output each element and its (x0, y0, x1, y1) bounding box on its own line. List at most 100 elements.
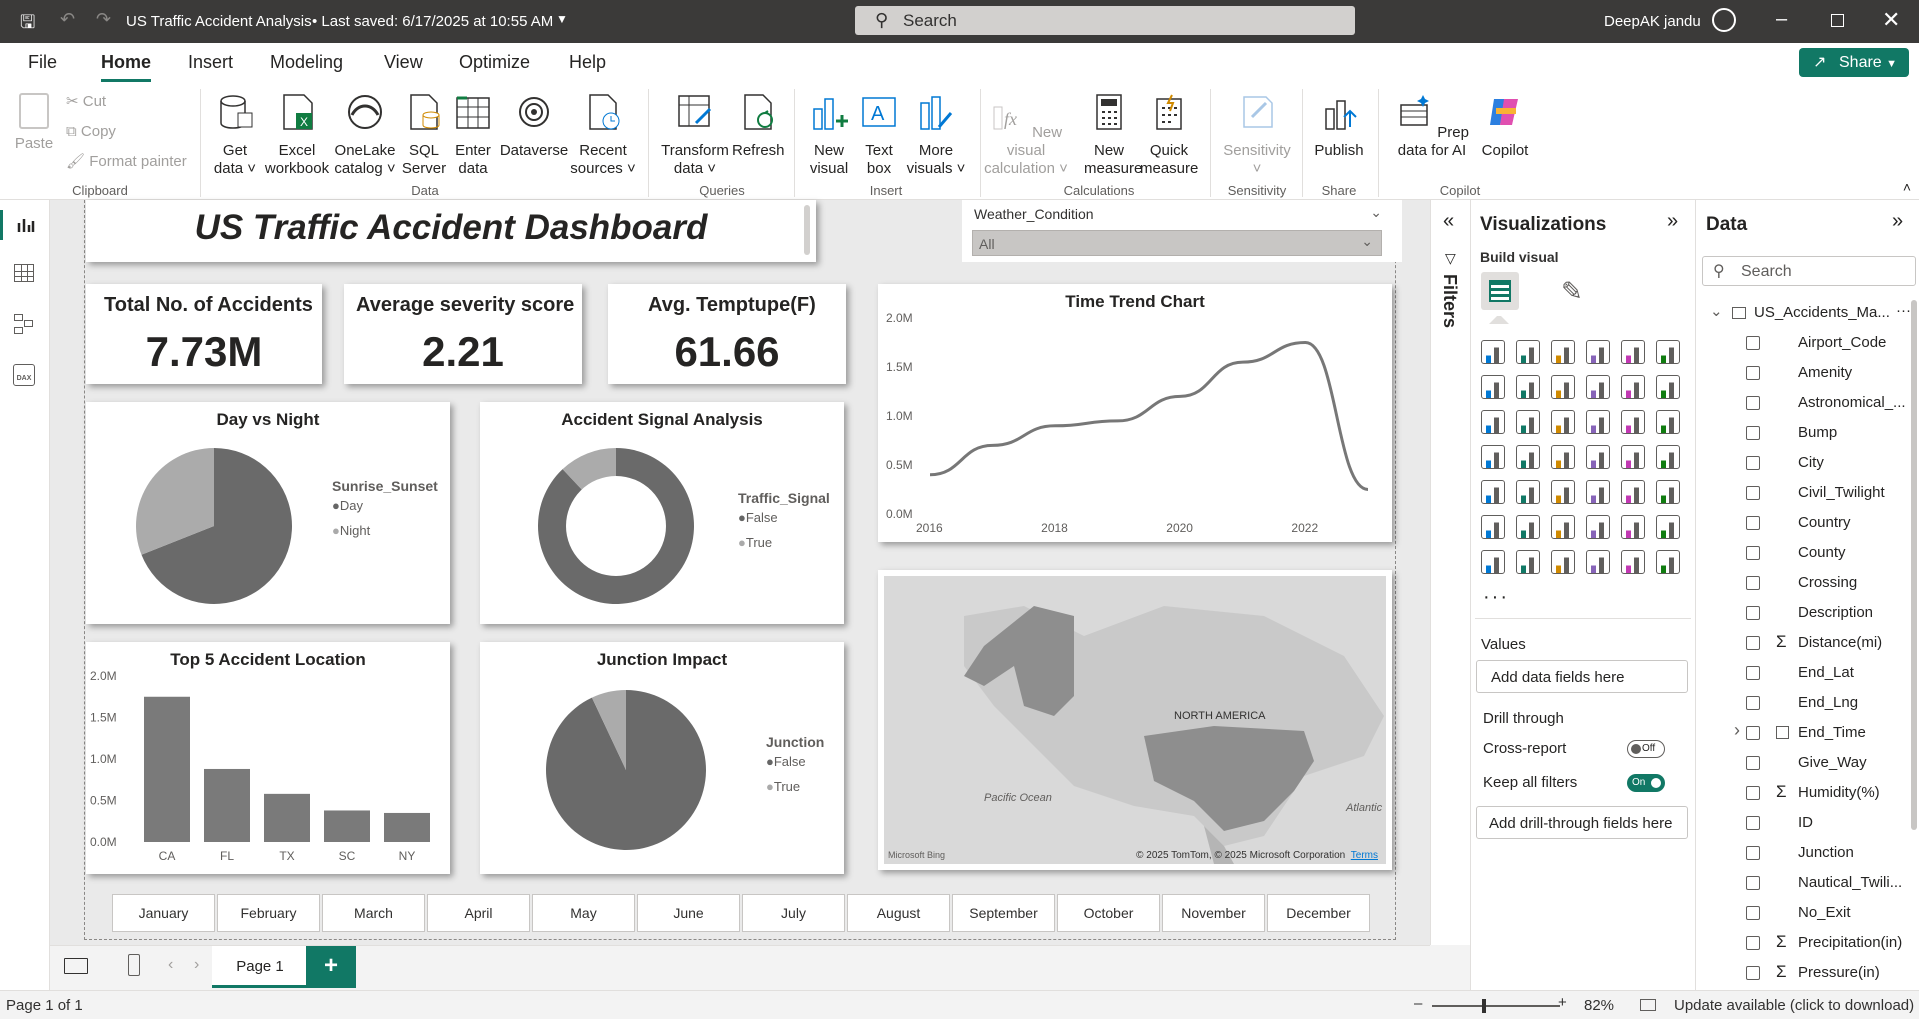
line-clustered-icon[interactable] (1656, 375, 1680, 399)
month-button[interactable]: June (637, 894, 740, 932)
field-item[interactable]: No_Exit (1696, 898, 1919, 928)
field-checkbox[interactable] (1746, 636, 1760, 650)
narrative-icon[interactable] (1621, 515, 1645, 539)
day-night-chart[interactable]: Day vs Night Sunrise_Sunset ●Day ●Night (86, 402, 450, 624)
field-checkbox[interactable] (1746, 876, 1760, 890)
signal-chart[interactable]: Accident Signal Analysis Traffic_Signal … (480, 402, 844, 624)
field-checkbox[interactable] (1746, 456, 1760, 470)
search-box[interactable]: ⚲ Search (855, 6, 1355, 35)
sensitivity-button[interactable]: Sensitivity ˅ (1218, 93, 1296, 178)
field-checkbox[interactable] (1746, 426, 1760, 440)
filters-pane-collapsed[interactable]: « ▽ Filters (1430, 200, 1470, 945)
month-button[interactable]: October (1057, 894, 1160, 932)
slicer-dropdown[interactable]: All ⌄ (972, 230, 1382, 256)
more-options-icon[interactable]: ··· (1896, 302, 1911, 319)
field-checkbox[interactable] (1746, 486, 1760, 500)
gauge-icon[interactable] (1621, 445, 1645, 469)
mobile-layout-icon[interactable] (128, 954, 140, 976)
zoom-slider[interactable] (1432, 999, 1560, 1013)
terms-link[interactable]: Terms (1351, 850, 1378, 861)
chevron-down-icon[interactable]: ⌄ (1710, 302, 1723, 320)
values-drop-zone[interactable]: Add data fields here (1476, 660, 1688, 693)
cut-button[interactable]: ✂ Cut (66, 93, 106, 111)
zoom-out-icon[interactable]: – (1414, 995, 1422, 1012)
matrix-icon[interactable] (1621, 480, 1645, 504)
diamond-icon[interactable] (1621, 550, 1645, 574)
clustered-column-icon[interactable] (1586, 340, 1610, 364)
keep-filters-toggle[interactable]: On (1627, 774, 1665, 792)
menu-modeling[interactable]: Modeling (270, 52, 343, 73)
power-apps-icon[interactable] (1516, 550, 1540, 574)
dax-query-view-icon[interactable]: DAX (13, 364, 35, 386)
field-checkbox[interactable] (1746, 606, 1760, 620)
field-checkbox[interactable] (1746, 516, 1760, 530)
field-item[interactable]: Airport_Code (1696, 328, 1919, 358)
get-data-button[interactable]: Get data ˅ (208, 93, 262, 178)
collapse-icon[interactable]: » (1667, 210, 1678, 233)
scatter-icon[interactable] (1586, 410, 1610, 434)
field-item[interactable]: Σ Distance(mi) (1696, 628, 1919, 658)
text-box-button[interactable]: A Text box (856, 93, 902, 178)
r-visual-icon[interactable] (1656, 480, 1680, 504)
copy-button[interactable]: ⧉ Copy (66, 123, 116, 141)
bar[interactable] (324, 810, 370, 842)
stacked-column-icon[interactable] (1516, 340, 1540, 364)
new-visual-calculation-button[interactable]: fx New visual calculation ˅ (984, 93, 1068, 178)
month-button[interactable]: November (1162, 894, 1265, 932)
month-button[interactable]: May (532, 894, 635, 932)
table-icon[interactable] (1586, 480, 1610, 504)
collapse-icon[interactable]: » (1892, 210, 1903, 233)
transform-data-button[interactable]: Transform data ˅ (658, 93, 732, 178)
maximize-icon[interactable] (1831, 14, 1844, 27)
arcgis-icon[interactable] (1586, 550, 1610, 574)
paste-button[interactable]: Paste (12, 93, 56, 153)
pie-icon[interactable] (1621, 410, 1645, 434)
publish-button[interactable]: Publish (1310, 93, 1368, 160)
trend-line[interactable] (929, 340, 1369, 491)
100-area-icon[interactable] (1586, 375, 1610, 399)
kpi-card-total-accidents[interactable]: Total No. of Accidents 7.73M (86, 284, 322, 384)
field-checkbox[interactable] (1746, 756, 1760, 770)
field-checkbox[interactable] (1746, 396, 1760, 410)
field-item[interactable]: Description (1696, 598, 1919, 628)
line-icon[interactable] (1481, 375, 1505, 399)
field-item[interactable]: Σ Precipitation(in) (1696, 928, 1919, 958)
undo-icon[interactable]: ↶ (60, 9, 75, 30)
table-view-icon[interactable] (14, 264, 34, 282)
month-button[interactable]: March (322, 894, 425, 932)
donut-icon[interactable] (1656, 410, 1680, 434)
table-node[interactable]: ⌄ US_Accidents_Ma... ··· (1696, 300, 1919, 328)
menu-view[interactable]: View (384, 52, 423, 73)
next-page-icon[interactable]: › (194, 956, 199, 974)
more-visuals-icon[interactable]: ··· (1483, 586, 1509, 609)
format-visual-tab[interactable]: ✎ (1561, 276, 1583, 307)
field-checkbox[interactable] (1746, 936, 1760, 950)
build-visual-tab[interactable] (1481, 272, 1519, 310)
menu-file[interactable]: File (28, 52, 57, 73)
ribbon-icon[interactable] (1481, 410, 1505, 434)
treemap-icon[interactable] (1481, 445, 1505, 469)
kpi-card-temperature[interactable]: Avg. Temptupe(F) 61.66 (608, 284, 846, 384)
area-icon[interactable] (1516, 375, 1540, 399)
100-bar-icon[interactable] (1621, 340, 1645, 364)
field-checkbox[interactable] (1746, 366, 1760, 380)
month-button[interactable]: April (427, 894, 530, 932)
waterfall-icon[interactable] (1516, 410, 1540, 434)
minimize-icon[interactable]: – (1776, 8, 1787, 31)
month-button[interactable]: July (742, 894, 845, 932)
field-checkbox[interactable] (1746, 816, 1760, 830)
field-checkbox[interactable] (1746, 336, 1760, 350)
bar[interactable] (144, 696, 190, 842)
bar[interactable] (264, 793, 310, 842)
field-checkbox[interactable] (1746, 906, 1760, 920)
stacked-bar-icon[interactable] (1481, 340, 1505, 364)
month-button[interactable]: December (1267, 894, 1370, 932)
prev-page-icon[interactable]: ‹ (168, 956, 173, 974)
field-item[interactable]: ID (1696, 808, 1919, 838)
onelake-catalog-button[interactable]: OneLake catalog ˅ (334, 93, 396, 178)
bar[interactable] (384, 812, 430, 842)
menu-home[interactable]: Home (101, 52, 152, 82)
funnel-icon[interactable] (1551, 410, 1575, 434)
stacked-area-icon[interactable] (1551, 375, 1575, 399)
collapse-ribbon-icon[interactable]: ˄ (1903, 179, 1911, 195)
